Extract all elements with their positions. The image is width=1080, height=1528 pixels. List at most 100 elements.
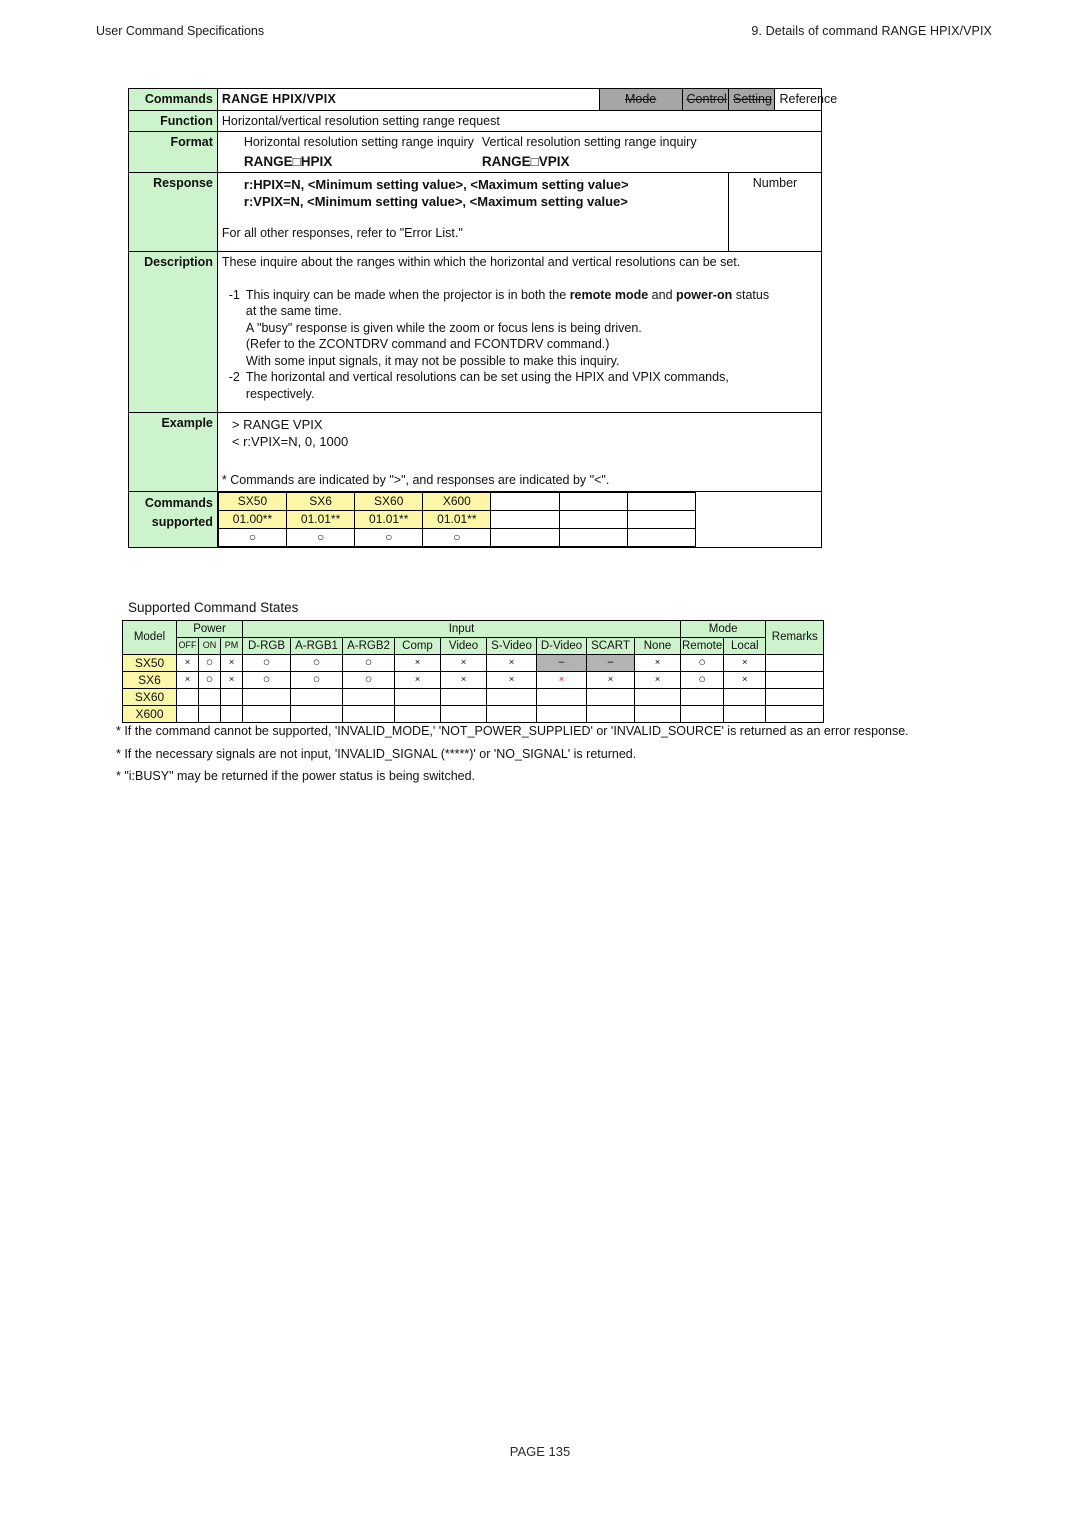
format-body: Horizontal resolution setting range inqu…: [216, 130, 823, 174]
states-cell-input-comp: [394, 688, 441, 706]
supported-model-state: ○: [286, 527, 356, 547]
table-row: SX6 × ○ × ○ ○ ○ × × × × × × ○ ×: [122, 671, 825, 689]
states-subheader-input-argb1: A-RGB1: [290, 637, 343, 655]
commands-supported-row: Commands supported SX50 SX6 SX60 X600 01…: [128, 490, 823, 548]
states-sub-header-row: OFF ON PM D-RGB A-RGB1 A-RGB2 Comp Video…: [123, 637, 824, 655]
description-item-1-line-2: at the same time.: [245, 304, 342, 319]
states-cell-remarks: [765, 688, 825, 706]
command-title-row: Commands RANGE HPIX/VPIX Mode Control Se…: [128, 88, 837, 111]
footnote-2: * If the necessary signals are not input…: [116, 746, 637, 761]
description-item-1-line-3: A "busy" response is given while the zoo…: [245, 320, 642, 335]
description-item-1-line-5: With some input signals, it may not be p…: [245, 353, 620, 368]
label-description: Description: [128, 251, 218, 414]
states-subheader-input-none: None: [634, 637, 681, 655]
states-cell-input-video: ×: [440, 654, 487, 672]
states-cell-input-scart: [586, 705, 635, 723]
attribute-reference: Reference: [774, 88, 837, 111]
states-cell-input-drgb: ○: [242, 654, 291, 672]
states-cell-input-scart: ×: [586, 671, 635, 689]
supported-spacer: [695, 510, 810, 528]
example-request: > RANGE VPIX: [231, 417, 323, 433]
states-cell-mode-remote: ○: [679, 654, 725, 672]
states-cell-input-svideo: ×: [486, 654, 537, 672]
states-cell-power-on: [198, 705, 221, 723]
description-item-1-number: -1: [228, 287, 240, 302]
description-item-2-line-2: respectively.: [245, 386, 315, 401]
description-item-2: -2 The horizontal and vertical resolutio…: [222, 369, 817, 402]
states-row-model: X600: [122, 705, 177, 723]
states-cell-input-argb1: ○: [290, 671, 343, 689]
states-cell-input-dvideo: [536, 688, 587, 706]
states-header-remarks: Remarks: [765, 620, 825, 655]
states-cell-power-pm: ×: [220, 671, 243, 689]
label-commands: Commands: [128, 88, 218, 111]
example-body: > RANGE VPIX < r:VPIX=N, 0, 1000 * Comma…: [216, 412, 823, 492]
states-cell-input-comp: ×: [394, 671, 441, 689]
supported-model-state: [558, 527, 628, 547]
states-cell-input-argb1: [290, 688, 343, 706]
commands-supported-grid: SX50 SX6 SX60 X600 01.00** 01.01** 01.01…: [217, 491, 811, 547]
states-cell-input-none: ×: [634, 671, 681, 689]
states-subheader-input-argb2: A-RGB2: [342, 637, 395, 655]
format-row: Format Horizontal resolution setting ran…: [128, 130, 823, 174]
states-cell-input-none: [634, 705, 681, 723]
label-response: Response: [128, 172, 218, 253]
states-subheader-mode-local: Local: [723, 637, 767, 655]
states-subheader-input-comp: Comp: [394, 637, 441, 655]
states-cell-mode-local: ×: [723, 654, 767, 672]
supported-model-state: [626, 527, 696, 547]
states-cell-input-drgb: [242, 705, 291, 723]
supported-model-name: SX6: [286, 491, 356, 511]
states-cell-mode-remote: [679, 688, 725, 706]
states-cell-input-drgb: [242, 688, 291, 706]
states-cell-power-pm: ×: [220, 654, 243, 672]
states-cell-power-on: ○: [198, 671, 221, 689]
states-cell-input-video: [440, 705, 487, 723]
states-cell-power-on: [198, 688, 221, 706]
format-caption-vpix: Vertical resolution setting range inquir…: [481, 135, 697, 149]
example-response: < r:VPIX=N, 0, 1000: [231, 434, 349, 450]
states-row-model: SX50: [122, 654, 177, 672]
document-title: User Command Specifications: [96, 24, 265, 38]
response-vpix: r:VPIX=N, <Minimum setting value>, <Maxi…: [243, 194, 628, 210]
supported-model-state: ○: [354, 527, 424, 547]
states-cell-input-argb1: [290, 705, 343, 723]
states-cell-mode-local: [723, 705, 767, 723]
states-cell-input-argb2: ○: [342, 654, 395, 672]
table-row: SX50 × ○ × ○ ○ ○ × × × − − × ○ ×: [122, 654, 825, 672]
states-cell-remarks: [765, 705, 825, 723]
states-subheader-input-svideo: S-Video: [486, 637, 537, 655]
response-error-note: For all other responses, refer to "Error…: [221, 225, 463, 240]
states-subheader-input-drgb: D-RGB: [242, 637, 291, 655]
format-syntax-hpix: RANGE□HPIX: [243, 153, 333, 169]
states-subheader-mode-remote: Remote: [679, 637, 725, 655]
states-cell-power-pm: [220, 688, 243, 706]
function-row: Function Horizontal/vertical resolution …: [128, 109, 823, 132]
states-row-model: SX60: [122, 688, 177, 706]
states-cell-mode-local: [723, 688, 767, 706]
states-cell-power-pm: [220, 705, 243, 723]
states-cell-input-scart: [586, 688, 635, 706]
supported-model-version: [626, 509, 696, 529]
response-body: r:HPIX=N, <Minimum setting value>, <Maxi…: [216, 172, 730, 253]
supported-model-names-row: SX50 SX6 SX60 X600: [217, 491, 810, 511]
supported-model-name: [558, 491, 628, 511]
supported-command-states-table: Model Power Input Mode Remarks OFF ON PM…: [122, 620, 825, 723]
states-subheader-power-pm: PM: [220, 637, 243, 655]
supported-model-state: ○: [217, 527, 288, 547]
format-caption-hpix: Horizontal resolution setting range inqu…: [243, 135, 474, 149]
supported-command-states-title: Supported Command States: [128, 600, 299, 615]
supported-model-version: 01.01**: [354, 509, 424, 529]
supported-versions-row: 01.00** 01.01** 01.01** 01.01**: [217, 509, 810, 529]
supported-model-name: X600: [422, 491, 492, 511]
description-row: Description These inquire about the rang…: [128, 251, 823, 414]
page-header: User Command Specifications 9. Details o…: [96, 24, 992, 38]
response-type: Number: [728, 172, 822, 253]
states-cell-input-svideo: ×: [486, 671, 537, 689]
section-reference: 9. Details of command RANGE HPIX/VPIX: [751, 24, 992, 38]
states-cell-power-off: [176, 705, 199, 723]
states-cell-input-argb1: ○: [290, 654, 343, 672]
states-row-model: SX6: [122, 671, 177, 689]
states-cell-input-argb2: ○: [342, 671, 395, 689]
states-cell-input-dvideo: −: [536, 654, 587, 672]
